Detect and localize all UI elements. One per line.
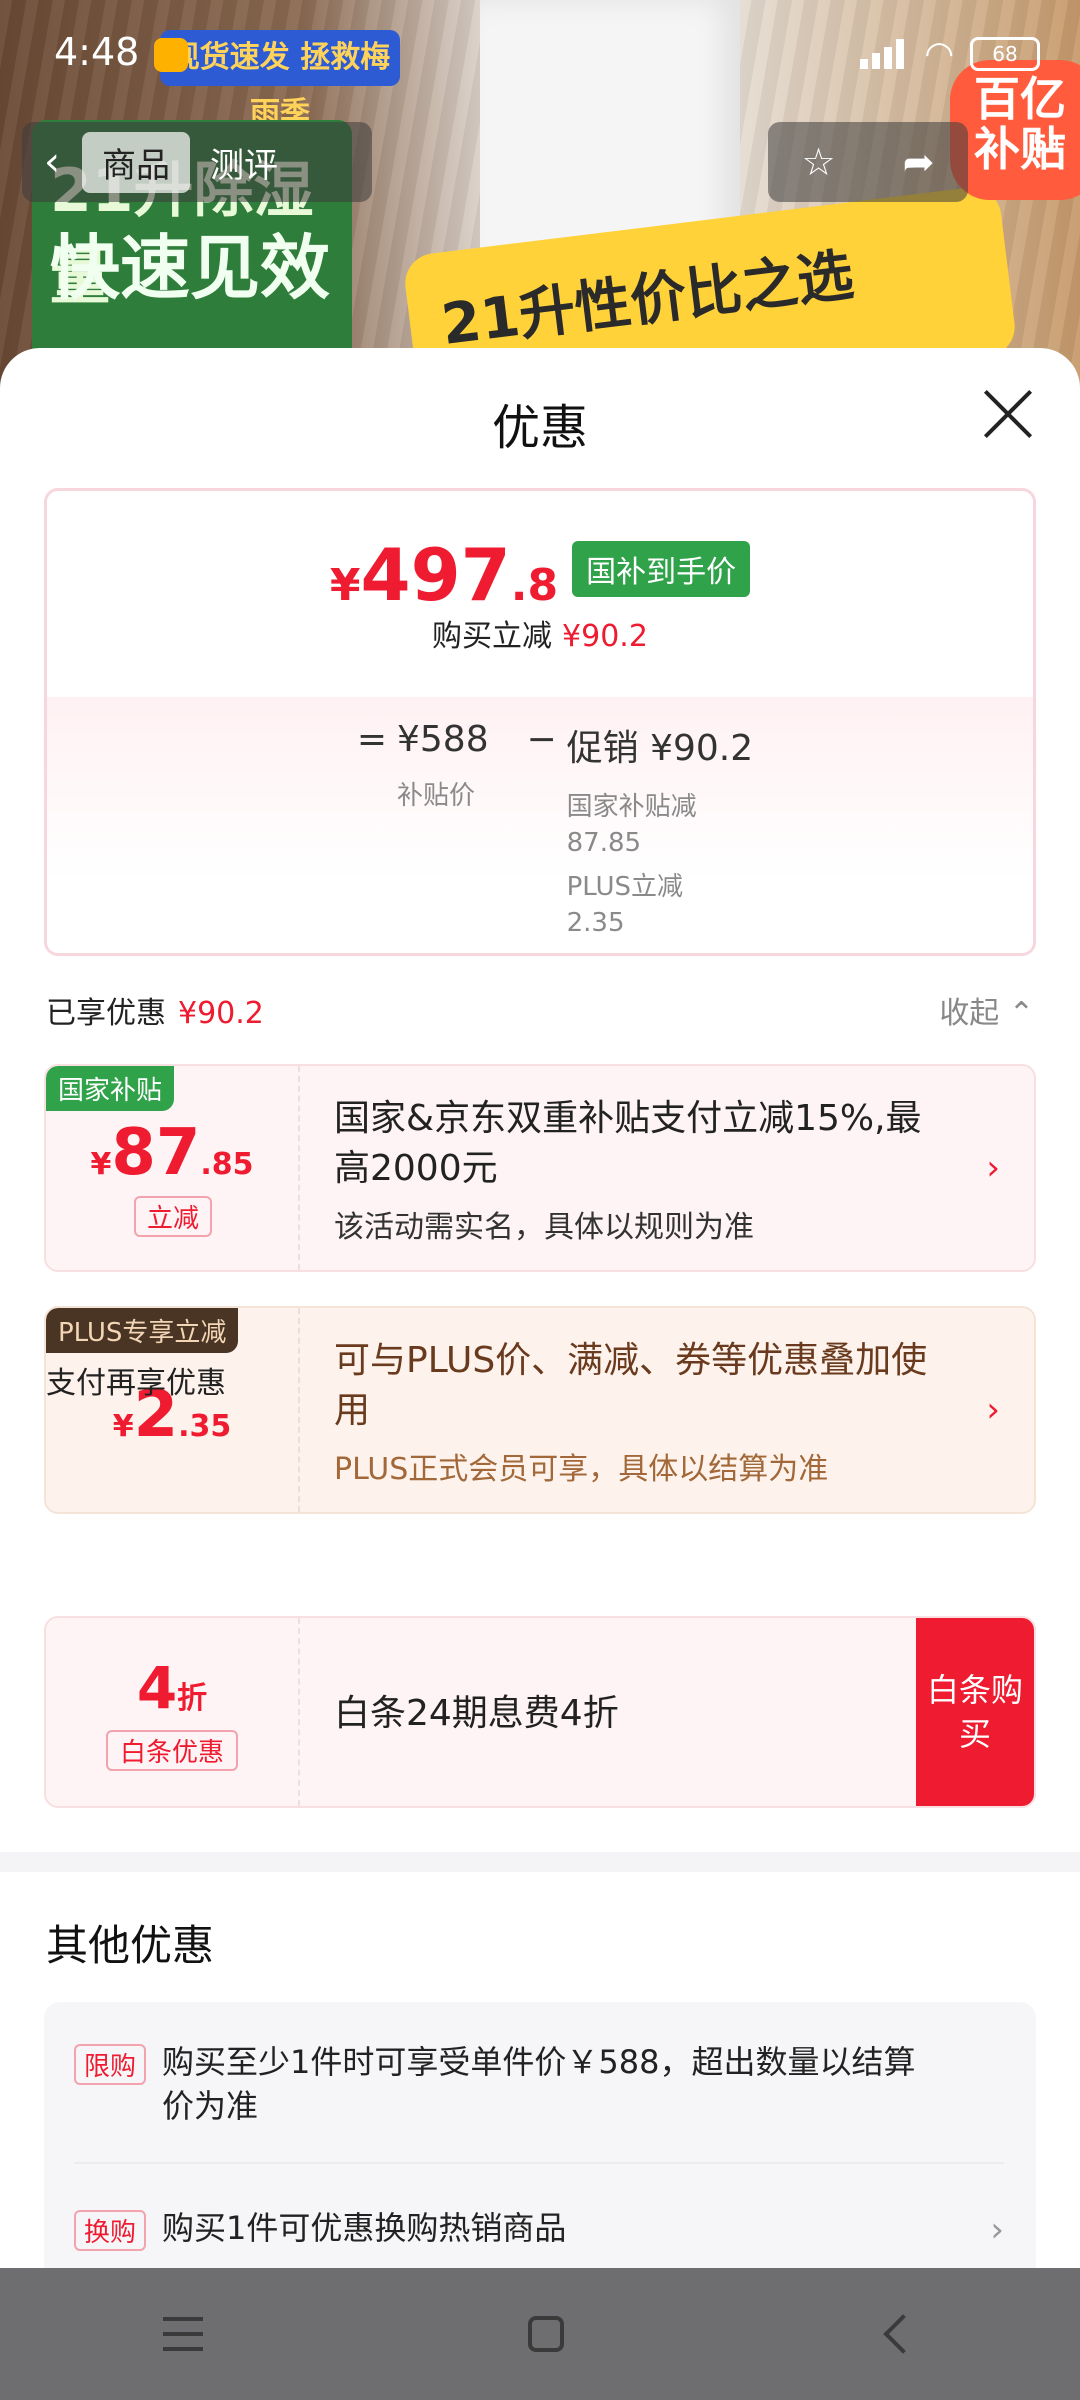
system-nav-bar — [0, 2268, 1080, 2400]
final-price: ¥ 497 .8 — [330, 533, 558, 617]
status-time: 4:48 — [54, 30, 140, 74]
close-icon[interactable] — [980, 386, 1036, 442]
amount-currency: ¥ — [90, 1147, 112, 1182]
collapse-button[interactable]: 收起 ⌃ — [939, 988, 1034, 1032]
back-arrow-icon[interactable]: ‹ — [22, 139, 82, 185]
menu-icon[interactable] — [162, 2317, 203, 2351]
price-summary-card: ¥ 497 .8 国补到手价 购买立减 ¥90.2 = ¥588 补贴价 − 促销… — [44, 488, 1036, 956]
battery-icon: 68 — [970, 37, 1040, 71]
amount-dec: .85 — [200, 1147, 254, 1182]
national-subsidy-price-tag: 国补到手价 — [572, 541, 751, 597]
plus-desc: 可与PLUS价、满减、券等优惠叠加使用 — [334, 1340, 928, 1431]
promo-sub1-val: 87.85 — [566, 828, 642, 858]
reduce-amount: ¥90.2 — [562, 619, 648, 654]
promo-label: 促销 ¥90.2 — [566, 728, 754, 769]
baitiao-desc: 白条24期息费4折 — [334, 1693, 619, 1734]
discount-unit: 折 — [177, 1681, 208, 1716]
share-icon[interactable]: ➦ — [903, 140, 935, 184]
equals-sign: = — [356, 719, 388, 760]
subsidy-count: 5+ — [1032, 132, 1066, 157]
status-bar: 4:48 ◠ 68 — [0, 0, 1080, 104]
promo-col: 促销 ¥90.2 国家补贴减 87.85 PLUS立减 2.35 — [567, 719, 754, 941]
board-line-2: 快速见效 — [50, 227, 330, 309]
subsidy-note: 该活动需实名，具体以规则为准 — [334, 1210, 754, 1245]
discount-int: 4 — [136, 1654, 178, 1722]
price-calculation: = ¥588 补贴价 − 促销 ¥90.2 国家补贴减 87.85 PLUS立减… — [347, 719, 781, 941]
signal-icon — [860, 39, 908, 69]
national-subsidy-tag: 国家补贴 — [46, 1066, 175, 1111]
base-price-value: ¥588 — [397, 719, 489, 760]
limit-text: 购买至少1件时可享受单件价￥588，超出数量以结算价为准 — [162, 2043, 916, 2125]
base-price-label: 补贴价 — [397, 781, 476, 811]
back-icon[interactable] — [883, 2314, 924, 2354]
baitiao-buy-button[interactable]: 白条购买 — [916, 1618, 1034, 1806]
baitiao-badge: 白条优惠 — [106, 1730, 238, 1771]
exchange-tag: 换购 — [74, 2210, 147, 2251]
wifi-icon: ◠ — [924, 34, 954, 74]
promo-sub2: PLUS立减 — [566, 872, 684, 902]
subsidy-desc: 国家&京东双重补贴支付立减15%,最高2000元 — [334, 1098, 922, 1189]
discount-sheet: 优惠 ¥ 497 .8 国补到手价 购买立减 ¥90.2 = ¥588 补贴价 −… — [0, 348, 1080, 2268]
promo-sub2-val: 2.35 — [566, 908, 625, 938]
baitiao-discount: 4折 — [46, 1654, 298, 1722]
pay-section-label: 支付再享优惠 — [46, 1366, 226, 1401]
plus-note: PLUS正式会员可享，具体以结算为准 — [334, 1452, 829, 1487]
amount-dec: .35 — [178, 1409, 232, 1444]
promo-detail: 国家补贴减 87.85 PLUS立减 2.35 — [567, 789, 754, 941]
product-nav-actions: ☆ ➦ — [768, 122, 968, 202]
chevron-right-icon[interactable]: › — [990, 2210, 1004, 2250]
enjoyed-discount-label: 已享优惠 ¥90.2 — [46, 988, 264, 1032]
plus-tag: PLUS专享立减 — [46, 1308, 239, 1353]
subsidy-amount: ¥87.85 — [46, 1116, 298, 1190]
baitiao-card[interactable]: 4折 白条优惠 白条24期息费4折 白条购买 — [44, 1616, 1036, 1808]
tab-goods[interactable]: 商品 — [82, 131, 190, 193]
minus-sign: − — [526, 719, 557, 760]
price-currency: ¥ — [329, 560, 361, 611]
notification-icon — [154, 38, 188, 72]
enjoyed-label-text: 已享优惠 — [46, 996, 166, 1031]
amount-currency: ¥ — [112, 1409, 134, 1444]
section-divider — [0, 1852, 1080, 1872]
list-divider — [74, 2162, 1004, 2164]
instant-reduce-line: 购买立减 ¥90.2 — [47, 611, 1033, 655]
other-discounts-list: 限购 购买至少1件时可享受单件价￥588，超出数量以结算价为准 换购 购买1件可… — [44, 2002, 1036, 2268]
plus-discount-card[interactable]: PLUS专享立减 ¥2.35 可与PLUS价、满减、券等优惠叠加使用 PLUS正… — [44, 1306, 1036, 1514]
limit-tag: 限购 — [74, 2044, 147, 2085]
price-int: 497 — [360, 533, 511, 617]
reduce-label: 购买立减 — [432, 619, 553, 654]
product-nav-tabs: ‹ 商品 测评 — [22, 122, 372, 202]
enjoyed-amount: ¥90.2 — [178, 996, 264, 1031]
amount-int: 87 — [111, 1116, 201, 1190]
exchange-text: 购买1件可优惠换购热销商品 — [162, 2209, 567, 2247]
base-price-col: ¥588 补贴价 — [397, 719, 489, 941]
chevron-right-icon[interactable]: › — [986, 1390, 1000, 1430]
star-icon[interactable]: ☆ — [802, 140, 836, 184]
other-discounts-title: 其他优惠 — [46, 1921, 215, 1970]
promo-sub1: 国家补贴减 — [566, 792, 697, 822]
home-icon[interactable] — [527, 2316, 564, 2352]
final-price-row: ¥ 497 .8 国补到手价 — [47, 533, 1033, 617]
tab-review[interactable]: 测评 — [190, 132, 298, 193]
price-dec: .8 — [510, 560, 559, 611]
instant-reduce-badge: 立减 — [134, 1196, 212, 1237]
national-subsidy-card[interactable]: 国家补贴 ¥87.85 立减 国家&京东双重补贴支付立减15%,最高2000元 … — [44, 1064, 1036, 1272]
status-icons: ◠ 68 — [860, 34, 1040, 74]
chevron-right-icon[interactable]: › — [986, 1148, 1000, 1188]
sheet-title: 优惠 — [491, 400, 588, 456]
